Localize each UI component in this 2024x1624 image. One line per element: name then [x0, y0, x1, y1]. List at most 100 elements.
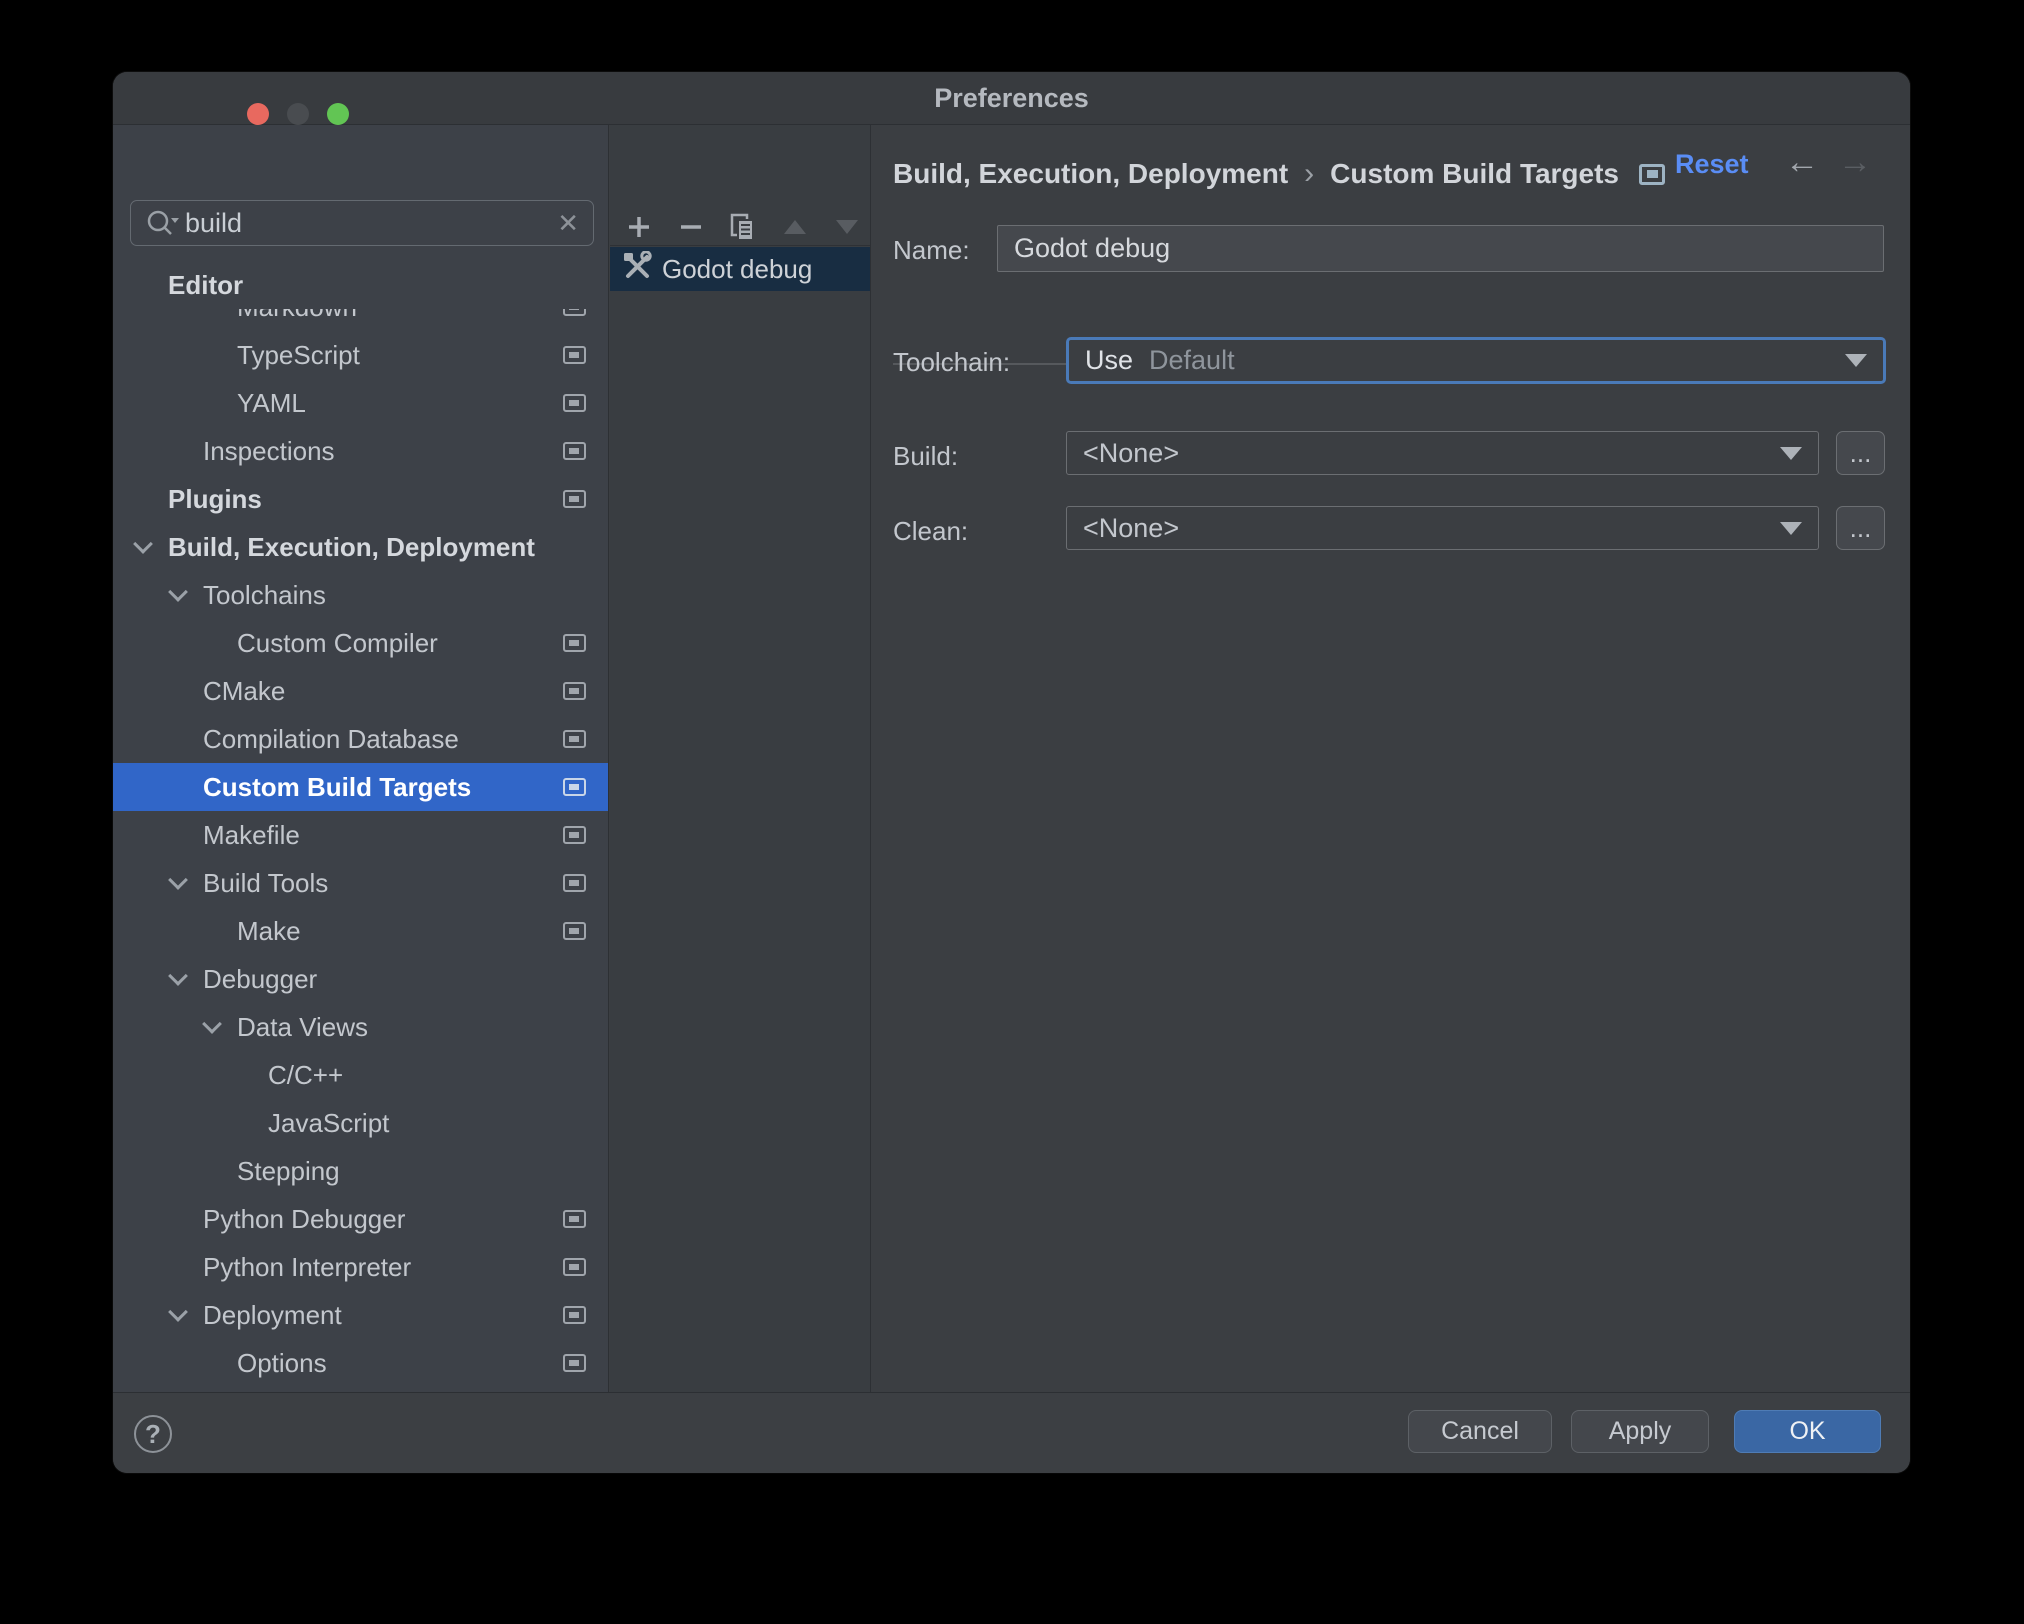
- toolchain-select[interactable]: Use Default: [1066, 337, 1886, 384]
- chevron-down-icon[interactable]: [202, 1014, 222, 1034]
- minimize-button: [287, 103, 309, 125]
- remove-button[interactable]: [672, 210, 710, 244]
- preferences-window: Preferences ✕ EditorMarkdownTypeScriptYA…: [113, 72, 1910, 1473]
- chevron-down-icon[interactable]: [168, 582, 188, 602]
- sidebar-item-label: Compilation Database: [203, 723, 459, 754]
- sidebar-item-build-execution-deployment[interactable]: Build, Execution, Deployment: [113, 523, 608, 571]
- settings-match-icon: [563, 394, 586, 412]
- sidebar-item-make[interactable]: Make: [113, 907, 608, 955]
- build-tools-icon: [622, 249, 652, 288]
- zoom-button[interactable]: [327, 103, 349, 125]
- settings-match-icon: [563, 730, 586, 748]
- back-arrow-icon[interactable]: ←: [1785, 143, 1819, 182]
- sidebar-item-label: Python Interpreter: [203, 1251, 412, 1282]
- build-label: Build:: [893, 441, 959, 471]
- cancel-button[interactable]: Cancel: [1408, 1410, 1552, 1453]
- settings-tree: EditorMarkdownTypeScriptYAMLInspectionsP…: [113, 253, 608, 1392]
- sidebar-item-label: Inspections: [203, 435, 335, 466]
- sidebar-item-yaml[interactable]: YAML: [113, 379, 608, 427]
- sidebar-item-label: TypeScript: [237, 339, 360, 370]
- add-button[interactable]: [620, 210, 658, 244]
- reset-link[interactable]: Reset: [1675, 149, 1749, 180]
- breadcrumb-current: Custom Build Targets: [1330, 158, 1620, 189]
- toolchain-label: Toolchain:: [893, 347, 1011, 377]
- sidebar-item-debugger[interactable]: Debugger: [113, 955, 608, 1003]
- build-browse-button[interactable]: ...: [1836, 431, 1885, 475]
- sidebar-item-build-tools[interactable]: Build Tools: [113, 859, 608, 907]
- search-input[interactable]: [185, 207, 558, 239]
- duplicate-button[interactable]: [724, 210, 762, 244]
- sidebar-item-c-c[interactable]: C/C++: [113, 1051, 608, 1099]
- target-list-item[interactable]: Godot debug: [610, 247, 870, 291]
- chevron-down-icon[interactable]: [168, 1302, 188, 1322]
- settings-match-icon: [563, 490, 586, 508]
- sidebar-item-python-debugger[interactable]: Python Debugger: [113, 1195, 608, 1243]
- sidebar-item-python-interpreter[interactable]: Python Interpreter: [113, 1243, 608, 1291]
- breadcrumb-parent[interactable]: Build, Execution, Deployment: [893, 158, 1288, 190]
- settings-match-icon: [563, 778, 586, 796]
- clean-label: Clean:: [893, 516, 969, 546]
- toolchain-value: Default: [1149, 345, 1235, 375]
- move-down-button: [828, 210, 866, 244]
- sidebar-item-label: C/C++: [268, 1059, 344, 1090]
- settings-match-icon: [563, 1306, 586, 1324]
- sidebar-item-javascript[interactable]: JavaScript: [113, 1099, 608, 1147]
- sidebar-item-compilation-database[interactable]: Compilation Database: [113, 715, 608, 763]
- targets-toolbar: [610, 208, 870, 246]
- forward-arrow-icon: →: [1838, 143, 1872, 181]
- sidebar-item-label: YAML: [237, 387, 306, 418]
- sidebar-item-plugins[interactable]: Plugins: [113, 475, 608, 523]
- search-box[interactable]: ✕: [130, 200, 594, 246]
- sidebar-item-options[interactable]: Options: [113, 1339, 608, 1387]
- apply-button[interactable]: Apply: [1571, 1410, 1709, 1453]
- clean-value: <None>: [1083, 512, 1180, 543]
- sidebar-item-label: Options: [237, 1347, 327, 1378]
- sidebar-item-toolchains[interactable]: Toolchains: [113, 571, 608, 619]
- chevron-down-icon[interactable]: [133, 534, 153, 554]
- sidebar-item-label: Toolchains: [203, 579, 326, 610]
- chevron-down-icon[interactable]: [168, 966, 188, 986]
- breadcrumb: Build, Execution, Deployment › Custom Bu…: [893, 157, 1666, 191]
- settings-match-icon: [563, 1354, 586, 1372]
- help-button[interactable]: ?: [134, 1415, 172, 1453]
- sidebar-item-deployment[interactable]: Deployment: [113, 1291, 608, 1339]
- settings-match-icon: [563, 442, 586, 460]
- sidebar-item-label: Makefile: [203, 819, 300, 850]
- build-value: <None>: [1083, 437, 1180, 468]
- sidebar-item-cmake[interactable]: CMake: [113, 667, 608, 715]
- close-button[interactable]: [247, 103, 269, 125]
- sidebar-item-label: Custom Build Targets: [203, 771, 472, 802]
- sidebar-item-data-views[interactable]: Data Views: [113, 1003, 608, 1051]
- sidebar-item-label: Data Views: [237, 1011, 369, 1042]
- sidebar-item-label: JavaScript: [268, 1107, 390, 1138]
- build-select[interactable]: <None>: [1066, 431, 1819, 475]
- sidebar-item-stepping[interactable]: Stepping: [113, 1147, 608, 1195]
- chevron-down-icon: [1845, 354, 1867, 367]
- sidebar-item-label: CMake: [203, 675, 286, 706]
- move-up-button: [776, 210, 814, 244]
- sidebar-item-typescript[interactable]: TypeScript: [113, 331, 608, 379]
- settings-match-icon: [563, 346, 586, 364]
- sidebar-item-label: Python Debugger: [203, 1203, 406, 1234]
- settings-page-icon: [1639, 163, 1666, 185]
- settings-match-icon: [563, 874, 586, 892]
- sidebar-item-label: Stepping: [237, 1155, 340, 1186]
- clear-search-icon[interactable]: ✕: [557, 208, 579, 239]
- targets-list-panel: Godot debug: [610, 125, 871, 1392]
- sidebar-item-editor[interactable]: Editor: [113, 261, 608, 309]
- sidebar-item-label: Plugins: [168, 483, 262, 514]
- sidebar-item-custom-build-targets[interactable]: Custom Build Targets: [113, 763, 608, 811]
- chevron-down-icon: [1780, 521, 1802, 535]
- sidebar-item-label: Editor: [168, 269, 244, 300]
- chevron-down-icon[interactable]: [168, 870, 188, 890]
- sidebar-item-inspections[interactable]: Inspections: [113, 427, 608, 475]
- settings-content: Build, Execution, Deployment › Custom Bu…: [872, 125, 1910, 1392]
- clean-browse-button[interactable]: ...: [1836, 506, 1885, 550]
- window-title: Preferences: [934, 83, 1089, 113]
- ok-button[interactable]: OK: [1734, 1410, 1881, 1453]
- sidebar-item-custom-compiler[interactable]: Custom Compiler: [113, 619, 608, 667]
- name-field[interactable]: [997, 225, 1884, 272]
- sidebar-item-makefile[interactable]: Makefile: [113, 811, 608, 859]
- clean-select[interactable]: <None>: [1066, 506, 1819, 550]
- name-label: Name:: [893, 235, 970, 265]
